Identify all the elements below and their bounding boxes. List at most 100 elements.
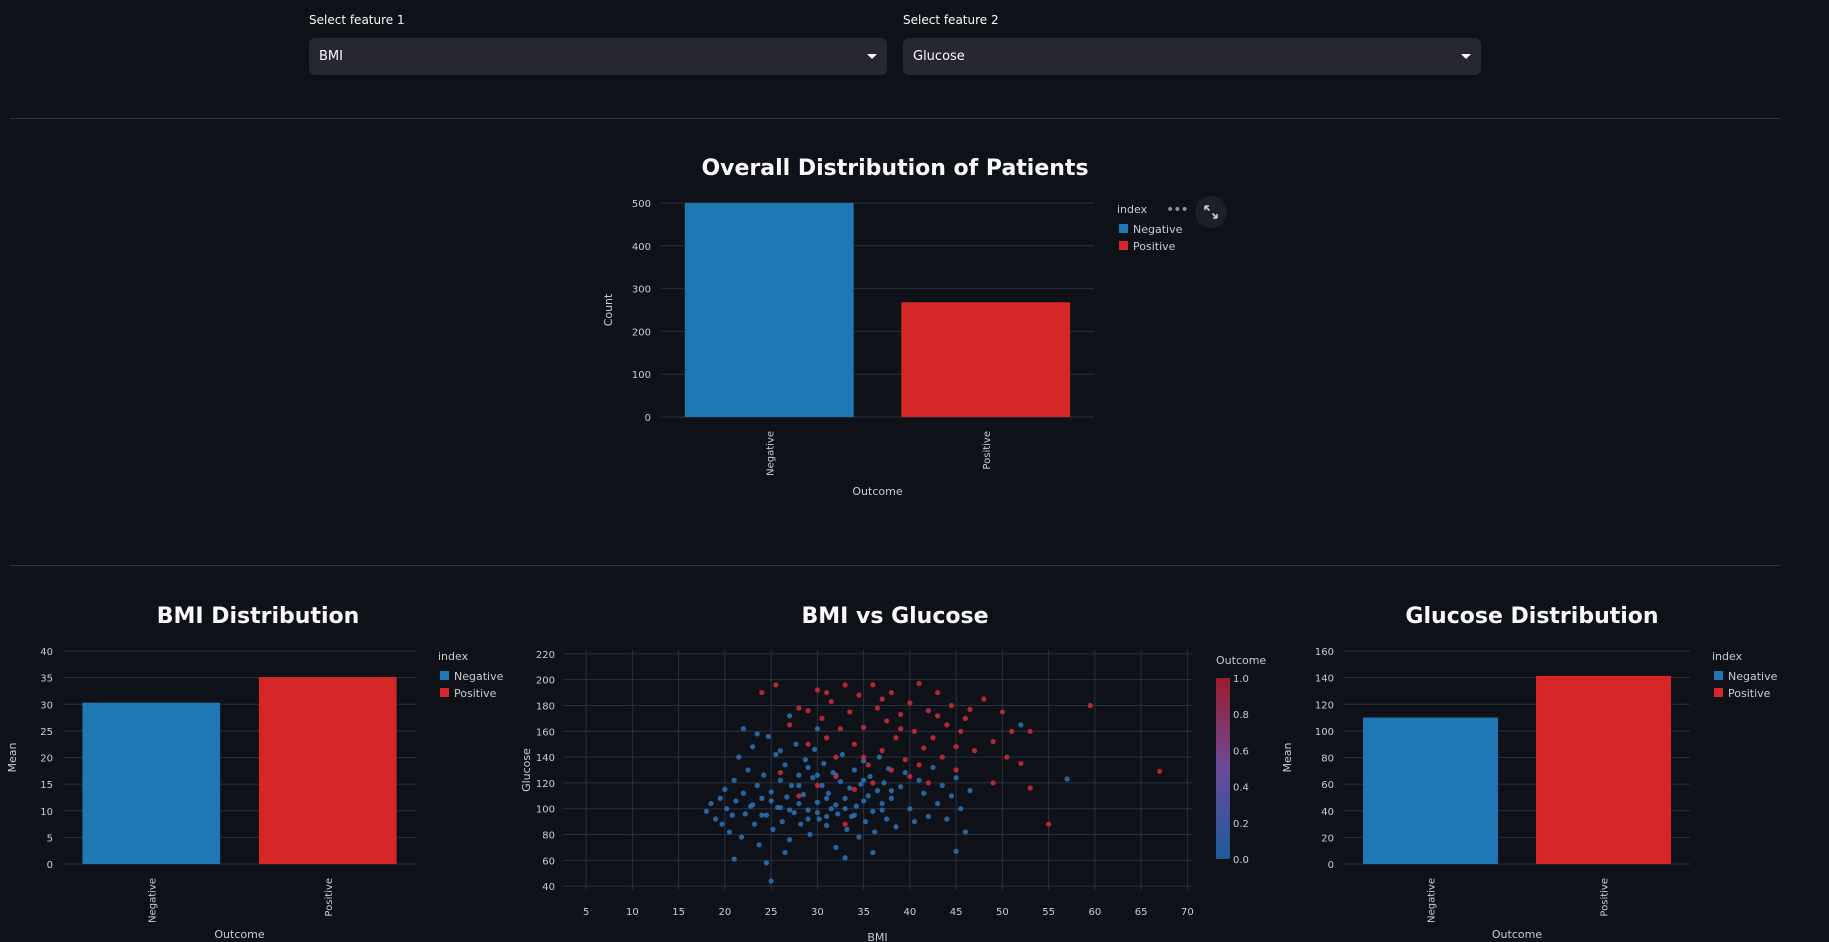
colorbar-tick-label: 1.0 [1233,674,1249,685]
scatter-point [839,751,845,758]
scatter-point [805,816,811,822]
scatter-point [861,777,867,783]
scatter-point [881,780,887,786]
scatter-point [824,822,830,829]
scatter-point [770,826,776,832]
y-tick-label: 10 [40,807,53,818]
scatter-point [930,764,936,771]
scatter-point [740,726,746,732]
scatter-point [796,793,802,799]
scatter-point [779,819,785,825]
scatter-point [756,842,762,848]
x-tick-label: 60 [1089,907,1102,918]
x-tick-label: 20 [719,907,732,918]
y-tick-label: 15 [40,780,53,791]
scatter-point [967,788,973,794]
scatter-point [930,735,936,741]
scatter-point [953,767,959,773]
scatter-point [902,769,908,776]
y-tick-label: 100 [1315,727,1334,738]
scatter-point [842,795,848,801]
scatter-point [787,837,793,843]
scatter-point [768,789,774,795]
scatter-point [738,834,745,840]
legend-entry: Positive [454,687,497,700]
scatter-point [833,773,839,780]
bar-negative [1363,717,1498,864]
y-tick-label: 80 [542,831,555,842]
scatter-point [763,812,770,818]
scatter-point [802,757,808,763]
scatter-point [847,709,853,715]
scatter-point [828,806,834,812]
y-tick-label: 40 [1321,807,1334,818]
scatter-point [911,728,918,734]
scatter-point [1046,821,1052,827]
scatter-point [953,775,959,781]
scatter-point [874,705,881,711]
scatter-point [722,786,728,792]
scatter-point [805,764,811,771]
scatter-point [898,726,904,732]
y-tick-label: 400 [632,242,651,253]
x-tick-label: 65 [1135,907,1148,918]
y-tick-label: 25 [40,727,53,738]
scatter-point [861,754,867,760]
scatter-point [851,767,857,773]
scatter-point [893,735,899,741]
colorbar-tick-label: 0.2 [1233,819,1249,830]
scatter-point [870,849,876,856]
scatter-point [842,682,848,688]
scatter-point [761,772,767,778]
scatter-point [777,777,783,783]
scatter-point [787,713,793,719]
scatter-point [921,745,927,751]
scatter-point [888,689,894,696]
scatter-point [953,848,959,854]
scatter-point [814,726,820,732]
scatter-point [861,798,867,804]
scatter-point [740,790,746,796]
legend-title: index [1712,650,1743,663]
scatter-point [777,748,783,754]
scatter-point [944,722,950,728]
y-axis-title: Mean [1281,742,1294,772]
scatter-point [791,809,797,816]
x-tick-label: Positive [324,878,335,917]
y-tick-label: 60 [542,856,555,867]
y-tick-label: 5 [47,833,53,844]
legend-swatch [440,671,449,680]
scatter-point [1018,722,1024,728]
y-tick-label: 80 [1321,754,1334,765]
scatter-point [724,806,730,812]
scatter-point [812,746,818,752]
x-tick-label: 45 [950,907,963,918]
scatter-point [733,798,739,804]
scatter-point [907,700,913,706]
scatter-point [796,772,802,778]
scatter-point [916,777,922,783]
y-tick-label: 0 [47,860,53,871]
scatter-point [990,739,996,745]
scatter-point [884,718,890,724]
scatter-point [742,811,748,817]
scatter-point [703,808,709,814]
scatter-point [816,816,822,822]
scatter-point [833,844,839,851]
scatter-point [800,791,807,798]
scatter-point [759,795,765,801]
scatter-point [796,705,802,711]
scatter-point [916,762,922,768]
scatter-point [884,816,890,822]
scatter-point [893,824,899,830]
scatter-point [833,754,839,760]
scatter-point [865,793,871,799]
scatter-point [842,821,848,827]
scatter-point [1027,785,1033,791]
y-tick-label: 40 [542,882,555,893]
x-tick-label: 35 [857,907,870,918]
scatter-point [768,798,774,804]
scatter-point [888,767,894,773]
scatter-point [935,713,941,719]
scatter-point [962,715,968,721]
